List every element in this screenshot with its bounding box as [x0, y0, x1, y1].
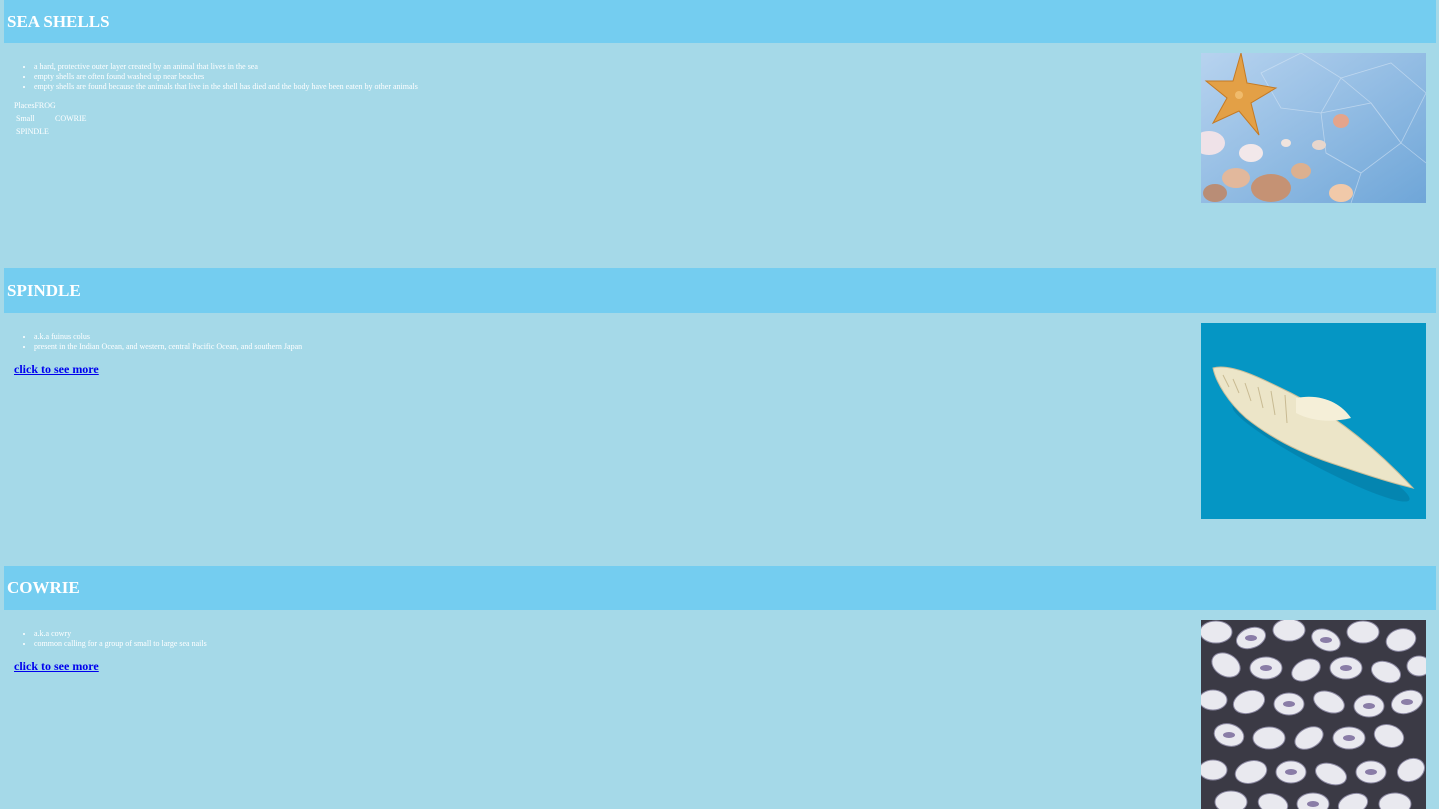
spindle-shell-photo — [1201, 323, 1426, 519]
list-item: empty shells are often found washed up n… — [34, 72, 418, 82]
table-cell: SPINDLE — [16, 127, 49, 136]
section-title: SPINDLE — [7, 280, 81, 300]
table-row: SPINDLE — [14, 125, 89, 138]
table-caption: PlacesFROG — [14, 101, 56, 110]
table-cell — [53, 125, 89, 138]
section-title: SEA SHELLS — [7, 11, 110, 31]
click-to-see-more-link[interactable]: click to see more — [14, 362, 99, 377]
starfish-and-shells-photo — [1201, 53, 1426, 203]
table-row: Small COWRIE — [14, 112, 89, 125]
section-header: SEA SHELLS — [4, 0, 1436, 43]
list-item: a.k.a cowry — [34, 629, 207, 639]
table-cell: Small — [16, 114, 35, 123]
section-title: COWRIE — [7, 578, 80, 597]
table-cell: COWRIE — [55, 114, 87, 123]
list-item: present in the Indian Ocean, and western… — [34, 342, 302, 352]
bullet-list: a.k.a fuinus colus present in the Indian… — [14, 332, 302, 352]
bullet-list: a.k.a cowry common calling for a group o… — [14, 629, 207, 649]
section-header: SPINDLE — [4, 268, 1436, 313]
list-item: a.k.a fuinus colus — [34, 332, 302, 342]
bullet-list: a hard, protective outer layer created b… — [14, 62, 418, 92]
section-header: COWRIE — [4, 566, 1436, 610]
places-table: Small COWRIE SPINDLE — [14, 112, 89, 138]
click-to-see-more-link[interactable]: click to see more — [14, 659, 99, 674]
list-item: a hard, protective outer layer created b… — [34, 62, 418, 72]
list-item: common calling for a group of small to l… — [34, 639, 207, 649]
cowrie-shells-photo — [1201, 620, 1426, 809]
list-item: empty shells are found because the anima… — [34, 82, 418, 92]
